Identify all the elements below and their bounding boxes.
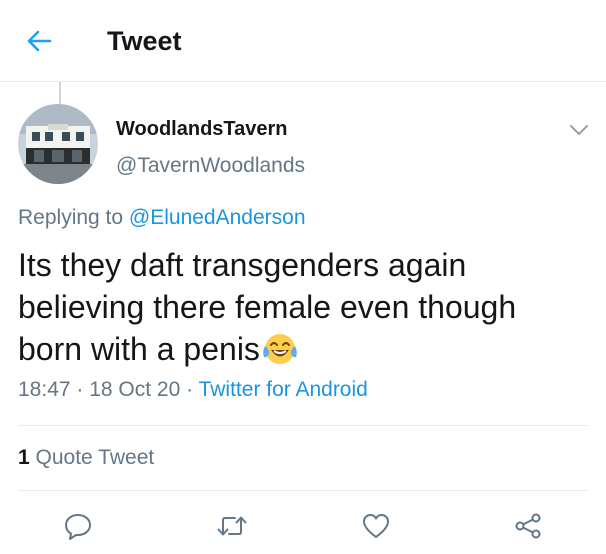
thread-connector-line	[59, 82, 61, 104]
chevron-down-icon	[570, 124, 588, 135]
tweet-source-link[interactable]: Twitter for Android	[199, 378, 368, 401]
quote-tweets-link[interactable]: 1 Quote Tweet	[18, 444, 154, 472]
user-handle[interactable]: @TavernWoodlands	[116, 152, 305, 180]
share-button[interactable]	[508, 508, 548, 544]
divider	[18, 490, 588, 491]
quote-label: Quote Tweet	[29, 446, 155, 469]
page-title: Tweet	[107, 26, 182, 56]
replying-prefix: Replying to	[18, 206, 129, 229]
retweet-button[interactable]	[212, 508, 252, 544]
tweet-date: 18 Oct 20	[89, 378, 181, 401]
back-button[interactable]	[22, 24, 56, 58]
face-with-tears-of-joy-icon	[262, 332, 298, 376]
top-bar: Tweet	[0, 0, 606, 82]
like-button[interactable]	[356, 508, 396, 544]
meta-separator: ·	[180, 378, 199, 401]
share-icon	[515, 513, 541, 539]
retweet-icon	[217, 516, 247, 536]
reply-mention-link[interactable]: @ElunedAnderson	[129, 206, 306, 229]
heart-icon	[363, 514, 389, 538]
tweet-time: 18:47	[18, 378, 71, 401]
quote-count: 1	[18, 446, 30, 469]
avatar-image	[18, 104, 98, 184]
display-name[interactable]: WoodlandsTavern	[116, 116, 288, 142]
tweet-meta: 18:47 · 18 Oct 20 · Twitter for Android	[18, 376, 368, 404]
divider	[18, 425, 588, 426]
replying-to: Replying to @ElunedAnderson	[18, 204, 306, 232]
tweet-text: Its they daft transgenders again believi…	[18, 244, 588, 376]
arrow-left-icon	[27, 30, 52, 52]
avatar[interactable]	[18, 104, 98, 184]
more-options-button[interactable]	[564, 118, 594, 142]
reply-icon	[65, 514, 91, 540]
reply-button[interactable]	[58, 508, 98, 544]
meta-separator: ·	[70, 378, 90, 401]
